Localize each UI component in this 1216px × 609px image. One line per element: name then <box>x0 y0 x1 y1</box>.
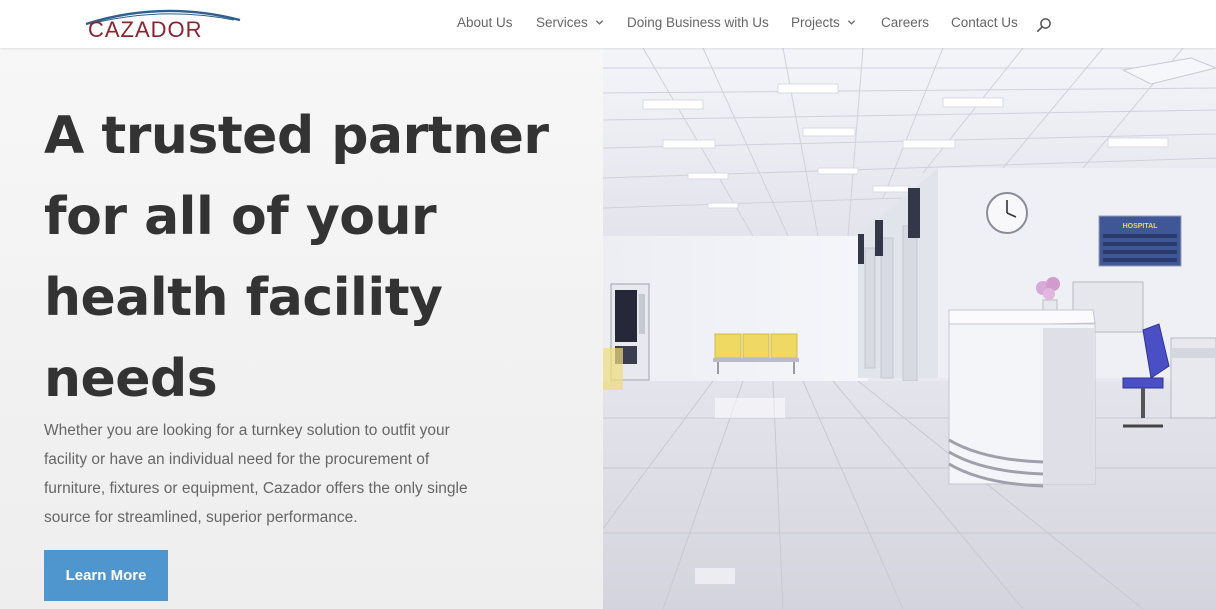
hero-title-line: for all of your <box>44 187 437 247</box>
hero-title-line: health facility <box>44 268 443 328</box>
logo[interactable]: CAZADOR <box>84 4 244 44</box>
hero-description-line: Whether you are looking for a turnkey so… <box>44 422 450 439</box>
hero-title-line: A trusted partner <box>44 106 549 166</box>
hero-description-line: source for streamlined, superior perform… <box>44 509 358 526</box>
nav-contact-us[interactable]: Contact Us <box>951 15 1018 30</box>
nav-label: Projects <box>791 15 840 30</box>
hospital-lobby-illustration: HOSPITAL <box>603 48 1216 609</box>
hero-description: Whether you are looking for a turnkey so… <box>44 416 544 532</box>
nav-projects[interactable]: Projects <box>791 15 856 30</box>
nav-label: Doing Business with Us <box>627 15 769 30</box>
hero-description-line: furniture, fixtures or equipment, Cazado… <box>44 480 468 497</box>
nav-label: Careers <box>881 15 930 30</box>
logo-text: CAZADOR <box>88 17 203 42</box>
nav-careers[interactable]: Careers <box>881 15 929 30</box>
hero-description-line: facility or have an individual need for … <box>44 451 430 468</box>
nav-about-us[interactable]: About Us <box>457 15 513 30</box>
chevron-down-icon <box>847 20 855 25</box>
chevron-down-icon <box>595 20 603 25</box>
hero-section: A trusted partner for all of your health… <box>0 48 603 609</box>
nav-label: Services <box>536 15 588 30</box>
hero-title-line: needs <box>44 349 218 409</box>
search-icon[interactable] <box>1036 17 1052 33</box>
nav-doing-business[interactable]: Doing Business with Us <box>627 15 769 30</box>
site-header: CAZADOR About Us Services Doing Business… <box>0 0 1216 48</box>
learn-more-button[interactable]: Learn More <box>44 550 168 601</box>
hospital-lobby-image: HOSPITAL <box>603 48 1216 609</box>
nav-services[interactable]: Services <box>536 15 604 30</box>
hospital-sign-title: HOSPITAL <box>1123 223 1159 230</box>
nav-label: Contact Us <box>951 15 1018 30</box>
nav-label: About Us <box>457 15 513 30</box>
hero-title: A trusted partner for all of your health… <box>44 96 584 420</box>
